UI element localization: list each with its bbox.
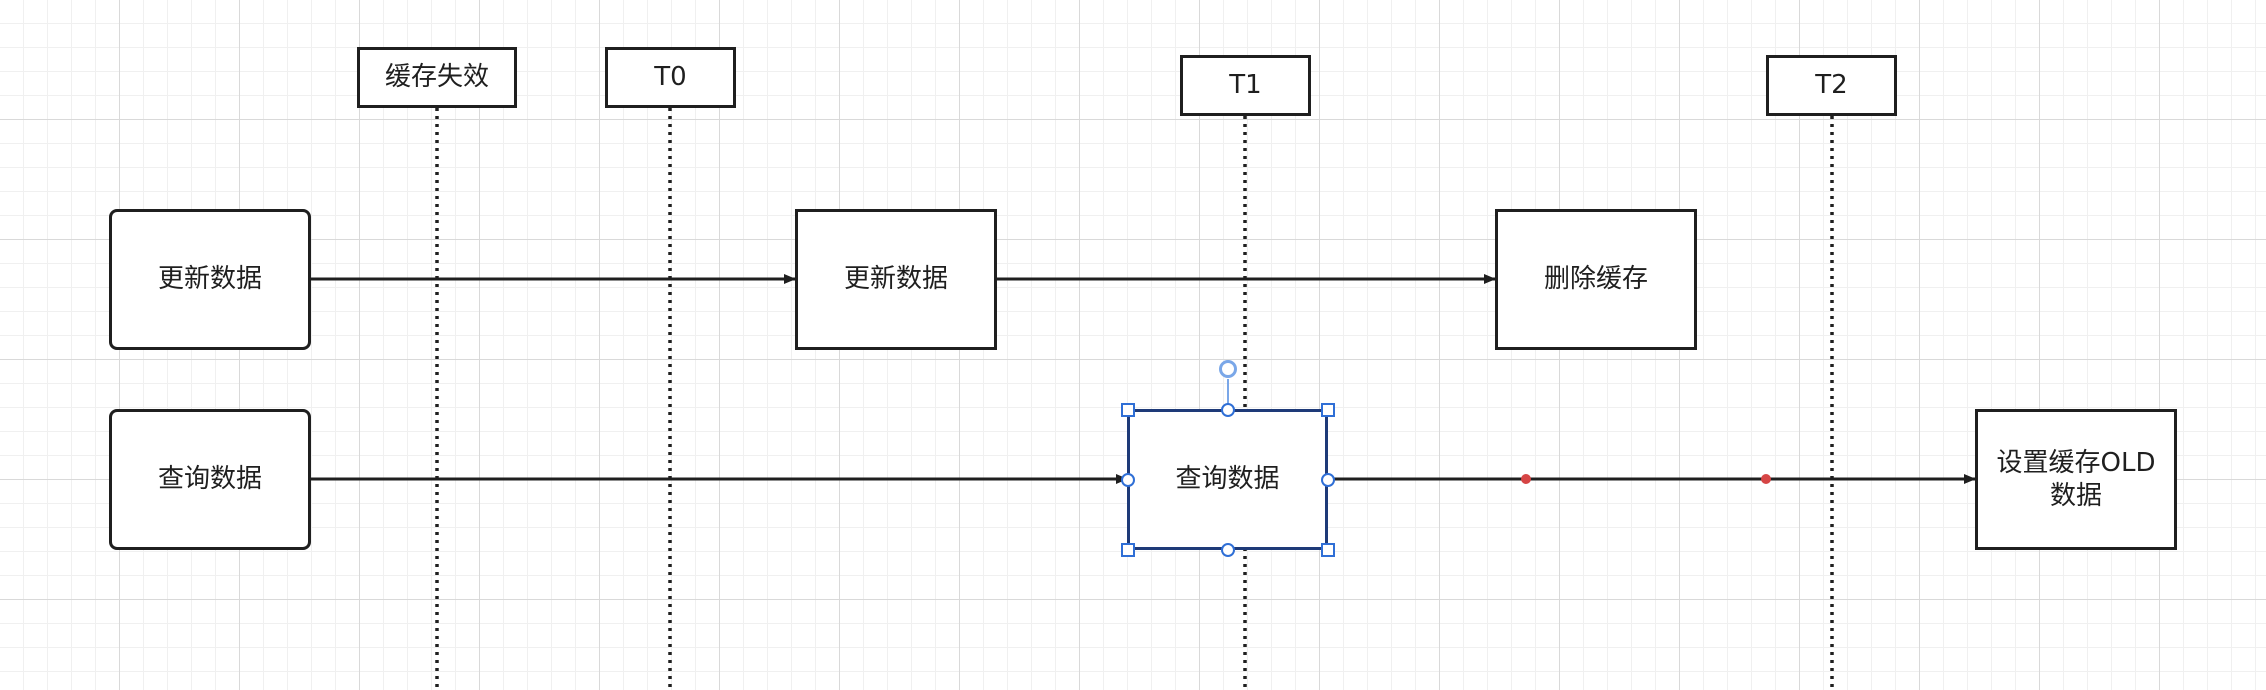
resize-handle-top-middle[interactable] xyxy=(1221,403,1235,417)
timeline-label-text: 缓存失效 xyxy=(384,62,489,93)
rotate-handle[interactable] xyxy=(1219,360,1237,378)
timeline-label-t1[interactable]: T1 xyxy=(1180,55,1311,116)
node-query-data-selected[interactable]: 查询数据 xyxy=(1127,409,1328,550)
resize-handle-bottom-right[interactable] xyxy=(1321,543,1335,557)
node-update-data-start[interactable]: 更新数据 xyxy=(109,209,311,350)
timeline-label-t2[interactable]: T2 xyxy=(1766,55,1897,116)
node-label: 查询数据 xyxy=(1175,464,1280,495)
node-query-data-start[interactable]: 查询数据 xyxy=(109,409,311,550)
timeline-label-t0[interactable]: T0 xyxy=(605,47,736,108)
node-label: 设置缓存OLD数据 xyxy=(1996,448,2156,511)
node-label: 更新数据 xyxy=(157,264,262,295)
node-delete-cache[interactable]: 删除缓存 xyxy=(1495,209,1697,350)
connection-handle-right[interactable] xyxy=(1321,473,1335,487)
timeline-label-text: T1 xyxy=(1229,70,1262,101)
node-label: 查询数据 xyxy=(157,464,262,495)
resize-handle-top-right[interactable] xyxy=(1321,403,1335,417)
diagram-canvas[interactable]: 缓存失效 T0 T1 T2 更新数据 更新数据 删除缓存 查询数据 查询数据 设… xyxy=(0,0,2266,690)
timeline-label-cache-expire[interactable]: 缓存失效 xyxy=(357,47,517,108)
timeline-label-text: T0 xyxy=(654,62,687,93)
connectors-layer xyxy=(311,108,1976,690)
node-update-data[interactable]: 更新数据 xyxy=(795,209,997,350)
resize-handle-bottom-middle[interactable] xyxy=(1221,543,1235,557)
resize-handle-top-left[interactable] xyxy=(1121,403,1135,417)
node-set-cache-old-data[interactable]: 设置缓存OLD数据 xyxy=(1975,409,2177,550)
resize-handle-bottom-left[interactable] xyxy=(1121,543,1135,557)
connection-handle-left[interactable] xyxy=(1121,473,1135,487)
connector-waypoint-2[interactable] xyxy=(1761,474,1771,484)
node-label: 删除缓存 xyxy=(1543,264,1648,295)
timeline-label-text: T2 xyxy=(1815,70,1848,101)
node-label: 更新数据 xyxy=(843,264,948,295)
connector-waypoint-1[interactable] xyxy=(1521,474,1531,484)
